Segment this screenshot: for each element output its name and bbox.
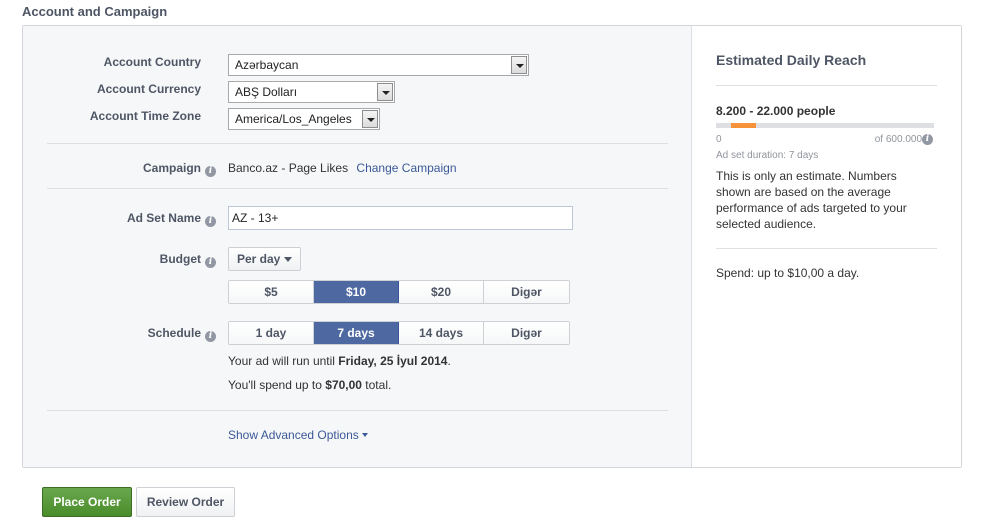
reach-range: 8.200 - 22.000 people [716, 104, 836, 118]
ad-set-name-input[interactable]: AZ - 13+ [228, 206, 573, 230]
reach-gauge-fill [731, 123, 756, 128]
divider [47, 143, 668, 144]
budget-label: Budget i [43, 252, 216, 268]
schedule-option-other[interactable]: Digər [484, 322, 569, 344]
estimate-note: This is only an estimate. Numbers shown … [716, 169, 907, 231]
chevron-down-icon[interactable] [377, 83, 393, 101]
daily-spend: Spend: up to $10,00 a day. [716, 266, 860, 280]
budget-amount-selector: $5 $10 $20 Digər [228, 280, 570, 304]
gauge-max: of 600.000 [874, 134, 922, 145]
info-icon[interactable]: i [205, 166, 216, 177]
ad-set-name-label-text: Ad Set Name [126, 211, 201, 225]
schedule-option[interactable]: 14 days [399, 322, 484, 344]
info-icon[interactable]: i [205, 216, 216, 227]
account-currency-select[interactable]: ABŞ Dolları [228, 81, 395, 103]
budget-label-text: Budget [159, 252, 201, 266]
gauge-min: 0 [716, 134, 722, 145]
account-currency-value: ABŞ Dolları [235, 85, 298, 99]
run-prefix: Your ad will run until [228, 354, 339, 368]
campaign-label-text: Campaign [142, 161, 201, 175]
place-order-button[interactable]: Place Order [42, 487, 132, 517]
advanced-link-text: Show Advanced Options [228, 428, 359, 442]
caret-down-icon [362, 433, 369, 437]
budget-option-selected[interactable]: $10 [314, 281, 399, 303]
caret-down-icon [284, 257, 292, 262]
spend-prefix: You'll spend up to [228, 378, 326, 392]
chevron-down-icon[interactable] [511, 56, 527, 74]
schedule-total-spend: You'll spend up to $70,00 total. [228, 378, 391, 392]
schedule-duration-selector: 1 day 7 days 14 days Digər [228, 321, 570, 345]
campaign-name: Banco.az - Page Likes [228, 161, 349, 175]
budget-type-value: Per day [237, 252, 281, 266]
info-icon[interactable]: i [922, 134, 933, 145]
account-timezone-value: America/Los_Angeles [235, 112, 352, 126]
reach-gauge [716, 123, 934, 128]
account-country-label: Account Country [103, 55, 201, 69]
chevron-down-icon[interactable] [362, 110, 378, 128]
ad-set-duration: Ad set duration: 7 days [716, 150, 819, 161]
schedule-option-selected[interactable]: 7 days [314, 322, 399, 344]
budget-option[interactable]: $20 [399, 281, 484, 303]
account-country-value: Azərbaycan [235, 58, 299, 72]
ad-set-name-label: Ad Set Name i [43, 211, 216, 227]
divider [716, 248, 937, 249]
section-title: Account and Campaign [22, 4, 168, 19]
campaign-label: Campaign i [43, 161, 216, 177]
budget-option-other[interactable]: Digər [484, 281, 569, 303]
account-timezone-label: Account Time Zone [89, 109, 201, 123]
run-suffix: . [447, 354, 451, 368]
schedule-run-until: Your ad will run until Friday, 25 İyul 2… [228, 354, 451, 368]
spend-amount: $70,00 [325, 378, 362, 392]
info-icon[interactable]: i [205, 257, 216, 268]
info-icon[interactable]: i [205, 331, 216, 342]
account-country-select[interactable]: Azərbaycan [228, 54, 529, 76]
budget-option[interactable]: $5 [229, 281, 314, 303]
campaign-value: Banco.az - Page Likes Change Campaign [228, 161, 457, 175]
schedule-option[interactable]: 1 day [229, 322, 314, 344]
show-advanced-options-link[interactable]: Show Advanced Options [228, 428, 369, 442]
reach-title: Estimated Daily Reach [716, 52, 867, 68]
divider [716, 85, 937, 86]
change-campaign-link[interactable]: Change Campaign [356, 161, 456, 175]
divider [47, 410, 668, 411]
divider [47, 188, 668, 189]
schedule-label: Schedule i [43, 326, 216, 342]
budget-type-dropdown[interactable]: Per day [228, 247, 301, 271]
account-timezone-select[interactable]: America/Los_Angeles [228, 108, 380, 130]
schedule-label-text: Schedule [147, 326, 201, 340]
run-date: Friday, 25 İyul 2014 [338, 354, 448, 368]
ad-set-panel: Account Country Azərbaycan Account Curre… [22, 25, 962, 468]
review-order-button[interactable]: Review Order [136, 487, 235, 517]
account-currency-label: Account Currency [96, 82, 201, 96]
estimated-reach-panel: Estimated Daily Reach 8.200 - 22.000 peo… [692, 26, 961, 467]
ad-set-form: Account Country Azərbaycan Account Curre… [23, 26, 692, 467]
spend-suffix: total. [361, 378, 392, 392]
